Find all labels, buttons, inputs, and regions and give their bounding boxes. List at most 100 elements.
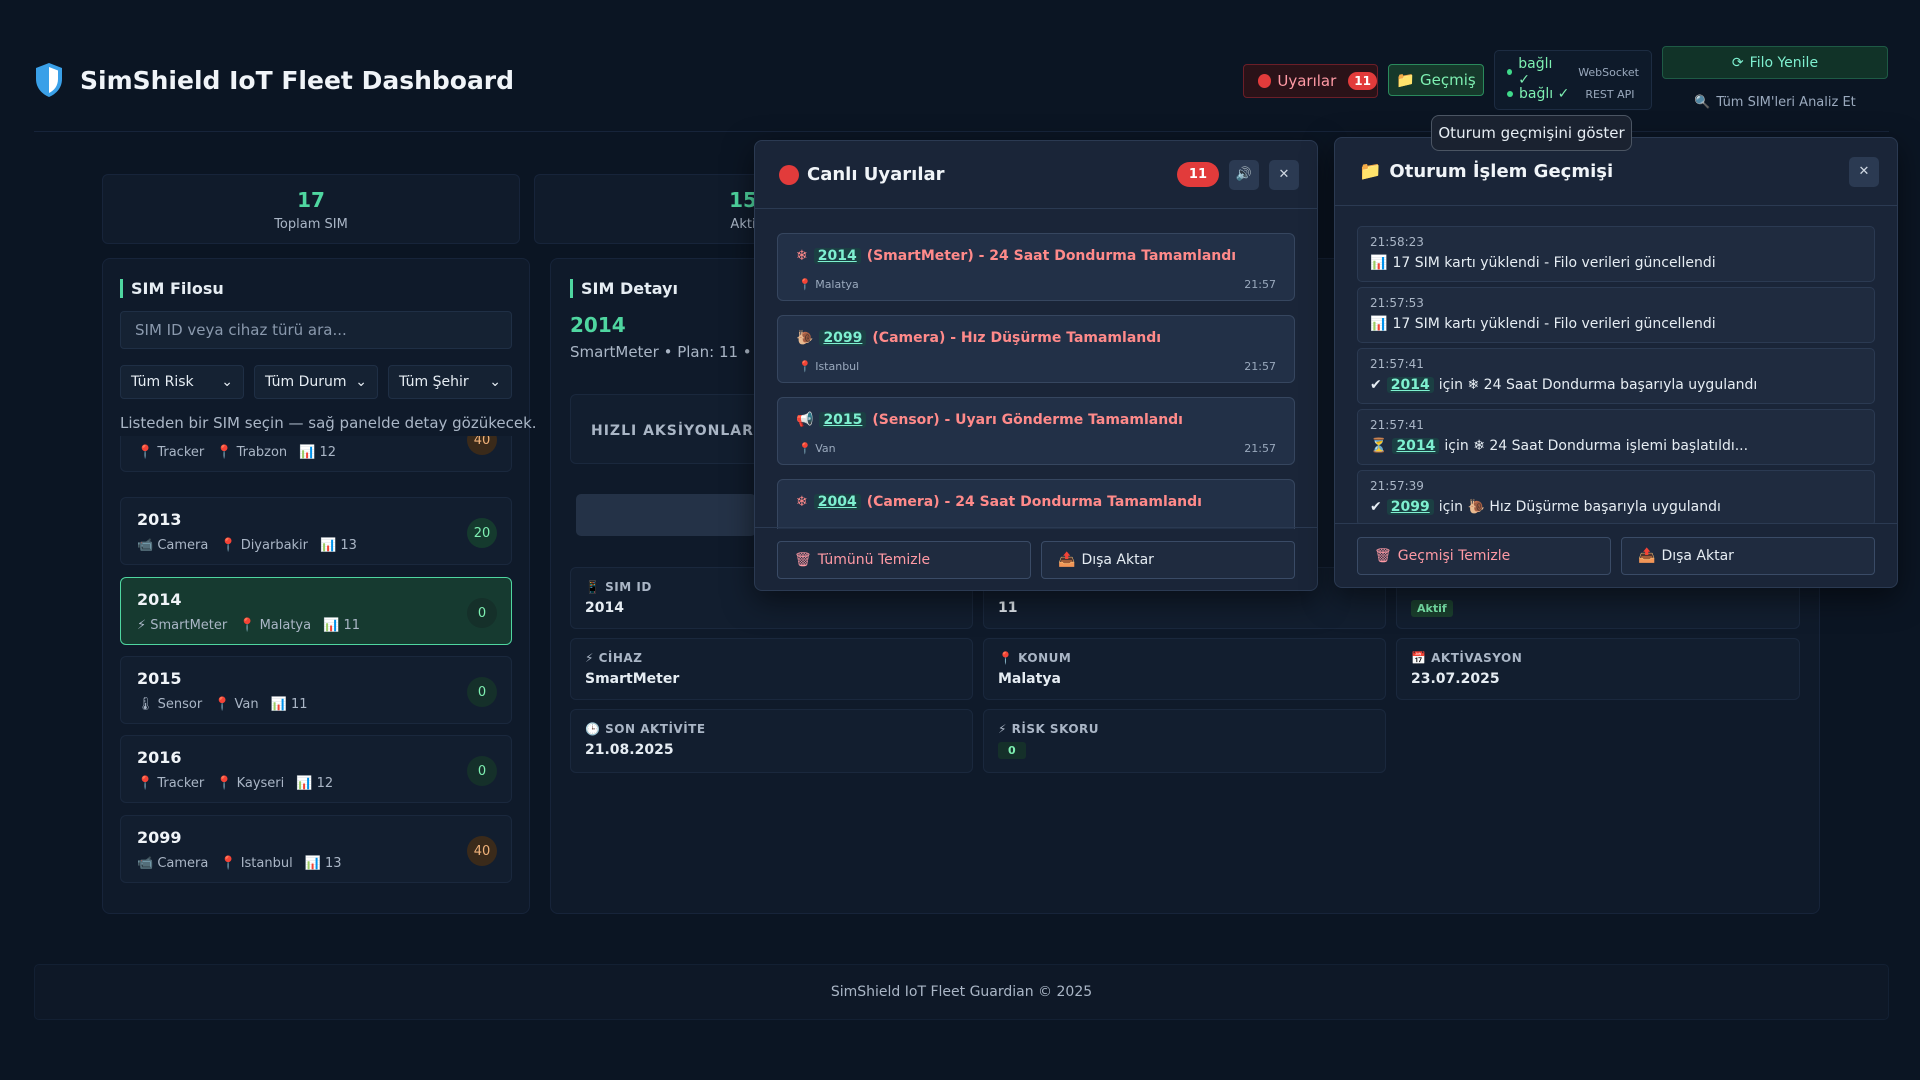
field-label: 📅 AKTİVASYON — [1411, 651, 1523, 665]
status-filter-select[interactable]: Tüm Durum ⌄ — [254, 365, 378, 399]
sim-list-item[interactable]: 2012 📍 Tracker 📍 Trabzon 📊 12 40 — [120, 436, 512, 472]
alert-dot-icon — [1258, 74, 1272, 88]
alerts-count-badge: 11 — [1176, 162, 1219, 187]
detail-subtitle: SmartMeter • Plan: 11 • Du — [570, 343, 778, 361]
alert-item[interactable]: 📢 2015 (Sensor) - Uyarı Gönderme Tamamla… — [777, 397, 1295, 465]
history-label: Geçmiş — [1419, 71, 1476, 89]
shield-logo-icon — [36, 63, 62, 97]
history-message: 17 SIM kartı yüklendi - Filo verileri gü… — [1392, 255, 1716, 271]
button-label: Dışa Aktar — [1081, 552, 1154, 568]
connection-websocket: bağlı ✓ WebSocket — [1507, 56, 1639, 88]
city-filter-select[interactable]: Tüm Şehir ⌄ — [388, 365, 512, 399]
city-text: Trabzon — [236, 445, 288, 460]
sim-city: 📍 Istanbul — [220, 856, 293, 871]
export-icon: 📤 — [1638, 548, 1656, 564]
history-item: 21:57:53 📊 17 SIM kartı yüklendi - Filo v… — [1357, 287, 1875, 343]
alert-sim-link[interactable]: 2014 — [813, 248, 861, 264]
risk-score-badge: 0 — [467, 756, 497, 786]
label-text: SON AKTİVİTE — [605, 722, 706, 736]
sim-device: 🌡 Sensor — [137, 697, 203, 712]
export-history-button[interactable]: 📤 Dışa Aktar — [1621, 537, 1875, 575]
chevron-down-icon: ⌄ — [355, 374, 367, 390]
connection-rest: bağlı ✓ REST API — [1507, 83, 1639, 105]
stat-total-sim: 17 Toplam SIM — [102, 174, 520, 244]
sim-list-item[interactable]: 2013 📹 Camera 📍 Diyarbakir 📊 13 20 — [120, 497, 512, 565]
folder-icon: 📁 — [1396, 71, 1415, 89]
risk-score-badge: 0 — [467, 677, 497, 707]
button-label: Dışa Aktar — [1661, 548, 1734, 564]
alert-location: 📍 Istanbul — [798, 360, 860, 373]
risk-filter-select[interactable]: Tüm Risk ⌄ — [120, 365, 244, 399]
signal-text: 13 — [340, 538, 357, 553]
alert-item[interactable]: ❄ 2014 (SmartMeter) - 24 Saat Dondurma T… — [777, 233, 1295, 301]
sim-list-item[interactable]: 2016 📍 Tracker 📍 Kayseri 📊 12 0 — [120, 735, 512, 803]
field-location: 📍 KONUM Malatya — [983, 638, 1386, 700]
clear-all-button[interactable]: 🗑 Tümünü Temizle — [777, 541, 1031, 579]
history-sim-link[interactable]: 2014 — [1392, 438, 1440, 454]
sim-meta: 📹 Camera 📍 Diyarbakir 📊 13 — [137, 538, 357, 553]
chevron-down-icon: ⌄ — [221, 374, 233, 390]
megaphone-icon: 📢 — [796, 412, 814, 428]
sim-city: 📍 Diyarbakir — [220, 538, 309, 553]
device-text: SmartMeter — [150, 618, 228, 633]
select-value: Tüm Risk — [131, 374, 194, 390]
history-sim-link[interactable]: 2099 — [1386, 499, 1434, 515]
sim-signal: 📊 13 — [304, 856, 342, 871]
sim-id: 2016 — [137, 748, 182, 767]
history-message: için 🐌 Hız Düşürme başarıyla uygulandı — [1438, 499, 1721, 515]
analyze-all-button[interactable]: 🔍 Tüm SIM'leri Analiz Et — [1662, 86, 1888, 118]
sim-id: 2014 — [137, 590, 182, 609]
field-activation: 📅 AKTİVASYON 23.07.2025 — [1396, 638, 1800, 700]
sim-id: 2099 — [137, 828, 182, 847]
alert-sim-link[interactable]: 2004 — [813, 494, 861, 510]
sim-list-item[interactable]: 2099 📹 Camera 📍 Istanbul 📊 13 40 — [120, 815, 512, 883]
field-label: 📱 SIM ID — [585, 580, 652, 594]
check-icon: ✔ — [1370, 377, 1382, 393]
alert-item[interactable]: ❄ 2004 (Camera) - 24 Saat Dondurma Tamam… — [777, 479, 1295, 529]
sim-list[interactable]: 2012 📍 Tracker 📍 Trabzon 📊 12 40 2013 📹 … — [100, 436, 532, 888]
refresh-icon: ⟳ — [1731, 54, 1744, 71]
alert-sim-link[interactable]: 2099 — [819, 330, 867, 346]
hourglass-icon: ⏳ — [1370, 438, 1388, 454]
history-message: için ❄ 24 Saat Dondurma başarıyla uygula… — [1438, 377, 1758, 393]
history-button[interactable]: 📁 Geçmiş — [1388, 64, 1484, 96]
divider — [755, 527, 1317, 528]
field-value: 23.07.2025 — [1411, 671, 1500, 687]
export-alerts-button[interactable]: 📤 Dışa Aktar — [1041, 541, 1295, 579]
close-icon[interactable]: ✕ — [1849, 156, 1879, 187]
close-icon[interactable]: ✕ — [1269, 159, 1299, 190]
sim-list-item-selected[interactable]: 2014 ⚡ SmartMeter 📍 Malatya 📊 11 0 — [120, 577, 512, 645]
page-footer: SimShield IoT Fleet Guardian © 2025 — [34, 964, 1889, 1020]
search-input[interactable]: SIM ID veya cihaz türü ara... — [120, 311, 512, 349]
clear-history-button[interactable]: 🗑 Geçmişi Temizle — [1357, 537, 1611, 575]
sound-toggle-icon[interactable]: 🔊 — [1229, 159, 1259, 190]
history-time: 21:58:23 — [1370, 235, 1424, 249]
detail-title: SIM Detayı — [570, 279, 678, 298]
title-text: Canlı Uyarılar — [807, 164, 945, 185]
sim-meta: 📹 Camera 📍 Istanbul 📊 13 — [137, 856, 342, 871]
sim-list-item[interactable]: 2015 🌡 Sensor 📍 Van 📊 11 0 — [120, 656, 512, 724]
field-last-activity: 🕒 SON AKTİVİTE 21.08.2025 — [570, 709, 973, 773]
sim-city: 📍 Kayseri — [216, 776, 285, 791]
alerts-label: Uyarılar — [1277, 72, 1337, 90]
sim-signal: 📊 11 — [323, 618, 360, 633]
device-text: Sensor — [157, 697, 203, 712]
history-time: 21:57:39 — [1370, 479, 1424, 493]
history-sim-link[interactable]: 2014 — [1386, 377, 1434, 393]
alerts-button[interactable]: Uyarılar 11 — [1243, 64, 1378, 98]
alert-sim-link[interactable]: 2015 — [819, 412, 867, 428]
device-text: Tracker — [157, 776, 205, 791]
refresh-fleet-button[interactable]: ⟳ Filo Yenile — [1662, 46, 1888, 79]
sim-id: 2013 — [137, 510, 182, 529]
alerts-modal-controls: 11 🔊 ✕ — [1176, 159, 1299, 190]
alert-item[interactable]: 🐌 2099 (Camera) - Hız Düşürme Tamamlandı… — [777, 315, 1295, 383]
sim-signal: 📊 11 — [270, 697, 308, 712]
alert-time: 21:57 — [1244, 442, 1276, 455]
signal-text: 13 — [325, 856, 342, 871]
action-button[interactable] — [576, 494, 756, 536]
location-text: Malatya — [815, 278, 859, 291]
alerts-count-badge: 11 — [1348, 72, 1377, 90]
alerts-list[interactable]: ❄ 2014 (SmartMeter) - 24 Saat Dondurma T… — [755, 211, 1317, 529]
history-list[interactable]: 21:58:23 📊 17 SIM kartı yüklendi - Filo v… — [1335, 208, 1897, 523]
field-label: 📍 KONUM — [998, 651, 1072, 665]
